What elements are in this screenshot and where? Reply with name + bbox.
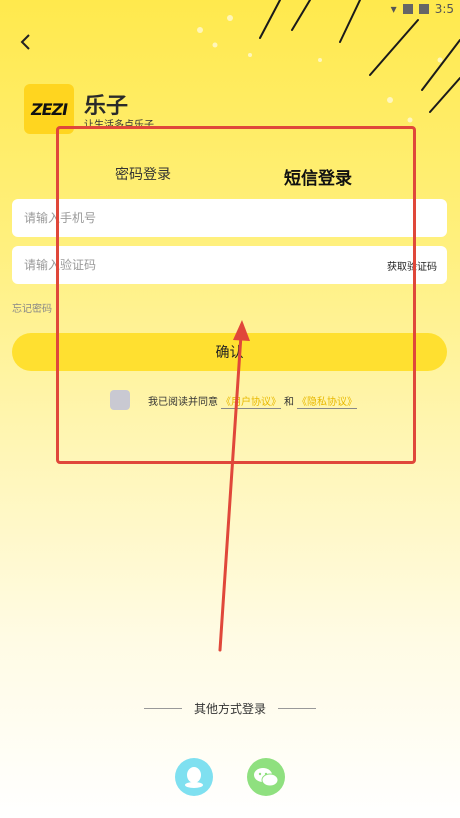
other-login-label: 其他方式登录 [193,702,266,716]
wechat-login-button[interactable] [247,758,285,796]
app-slogan: 让生活多点乐子 [84,120,154,131]
decorative-burst [197,0,460,123]
logo-text: ZEZI [29,99,69,119]
agreement-prefix: 我已阅读并同意 [148,396,218,408]
forgot-password-link[interactable]: 忘记密码 [12,300,52,315]
phone-field [12,199,447,237]
divider-line [278,708,316,709]
annotation-highlight-box [56,126,416,464]
code-field: 获取验证码 [12,246,447,284]
agreement-checkbox[interactable] [110,390,130,410]
app-logo: ZEZI [24,84,74,134]
qq-login-button[interactable] [175,758,213,796]
agreement-and: 和 [284,396,294,408]
other-login-divider: 其他方式登录 [0,700,460,717]
user-agreement-link[interactable]: 《用户协议》 [221,393,281,408]
privacy-agreement-link[interactable]: 《隐私协议》 [297,393,357,408]
tab-sms-login[interactable]: 短信登录 [284,164,352,189]
verification-code-input[interactable] [22,257,387,273]
wechat-icon [254,768,279,787]
phone-input[interactable] [22,210,437,226]
tab-password-login[interactable]: 密码登录 [115,164,171,184]
qq-icon [185,767,203,788]
get-code-button[interactable]: 获取验证码 [387,258,437,273]
confirm-button[interactable]: 确认 [12,333,447,371]
agreement-row: 我已阅读并同意 《用户协议》 和 《隐私协议》 [110,390,360,410]
back-button[interactable] [14,28,38,56]
chevron-left-icon [20,34,30,50]
divider-line [143,708,182,709]
